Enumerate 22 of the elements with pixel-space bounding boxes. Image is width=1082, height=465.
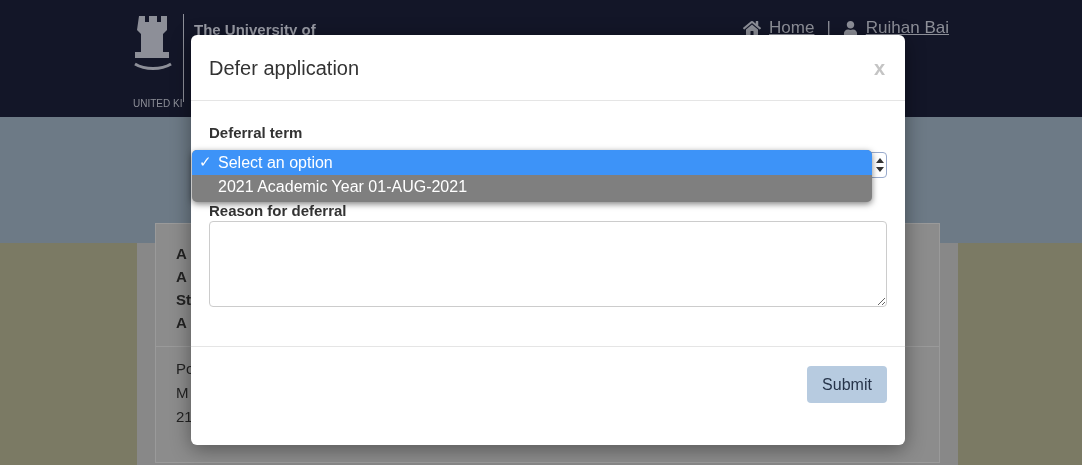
dropdown-option[interactable]: ✓ Select an option	[192, 150, 872, 175]
field-label: Reason for deferral	[209, 201, 348, 219]
detail-label: A	[176, 313, 187, 333]
detail-label: A	[176, 267, 187, 287]
country-label: UNITED KI	[133, 97, 184, 111]
user-icon	[842, 20, 858, 36]
detail-label: A	[176, 244, 187, 264]
option-label: Select an option	[218, 152, 333, 173]
dropdown-option[interactable]: 2021 Academic Year 01-AUG-2021	[192, 175, 872, 198]
option-label: 2021 Academic Year 01-AUG-2021	[218, 176, 468, 197]
castle-logo-icon	[133, 14, 173, 72]
dialog-title: Defer application	[209, 55, 360, 81]
check-mark: ✓	[198, 152, 212, 173]
field-label: Deferral term	[209, 123, 304, 143]
detail-text: 21	[176, 407, 193, 427]
detail-text: M	[176, 383, 189, 403]
reason-textarea[interactable]	[209, 220, 887, 307]
select-arrows-icon	[876, 157, 884, 172]
home-icon	[743, 19, 762, 37]
detail-label: St	[176, 290, 191, 310]
submit-button[interactable]: Submit	[807, 366, 887, 403]
university-name: The University of	[194, 20, 316, 40]
